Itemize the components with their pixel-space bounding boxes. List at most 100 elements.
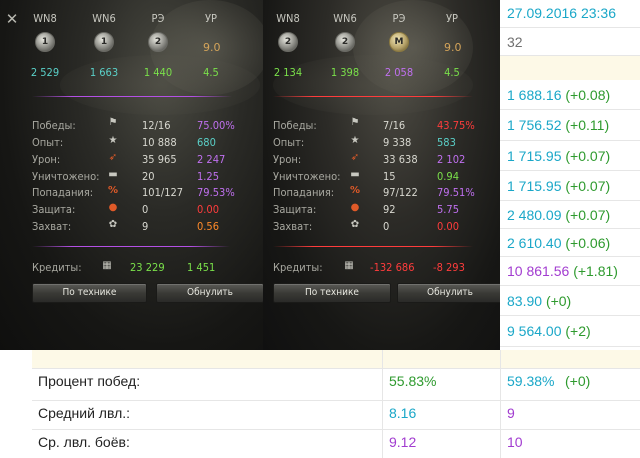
stat-extra-damage: 2 247: [197, 153, 226, 166]
rating-row: 2 610.40 (+0.06): [500, 229, 640, 257]
wn8-class-medal-icon: 2: [278, 32, 298, 52]
rating-row: 10 861.56 (+1.81): [500, 257, 640, 286]
stat-extra-destroyed: 0.94: [437, 170, 460, 183]
header-wn6: WN6: [333, 12, 357, 25]
star-icon: ★: [108, 135, 118, 146]
rating-delta: (+0.07): [565, 178, 611, 194]
summary-value-1: 55.83%: [389, 373, 437, 389]
rating-value: 1 688.16: [507, 87, 562, 103]
header-eff: РЭ: [151, 12, 165, 25]
header-eff: РЭ: [392, 12, 406, 25]
stat-value-damage: 35 965: [142, 153, 177, 166]
stat-value-hits: 101/127: [142, 186, 184, 199]
stat-extra-hits: 79.51%: [437, 186, 475, 199]
rating-row: 1 688.16 (+0.08): [500, 80, 640, 110]
capture-icon: ✿: [108, 219, 118, 230]
close-icon[interactable]: ✕: [5, 12, 19, 27]
eff-class-medal-icon: 2: [148, 32, 168, 52]
rating-delta: (+0.06): [565, 235, 611, 251]
stat-extra-damage: 2 102: [437, 153, 466, 166]
rating-value: 9 564.00: [507, 323, 562, 339]
tank-icon: ▬: [108, 169, 118, 180]
reset-button[interactable]: Обнулить: [397, 283, 500, 303]
rating-row: 83.90 (+0): [500, 286, 640, 316]
rating-delta: (+0.07): [565, 207, 611, 223]
summary-value-2: 10: [507, 434, 523, 450]
stat-value-wins: 7/16: [383, 119, 406, 132]
stat-label-damage: Урон:: [32, 153, 61, 166]
stat-label-defense: Защита:: [273, 203, 317, 216]
divider: [32, 96, 232, 97]
rating-value: 83.90: [507, 293, 543, 309]
stat-value-xp: 9 338: [383, 136, 412, 149]
rating-value: 2 610.40: [507, 235, 562, 251]
stat-value-wins: 12/16: [142, 119, 171, 132]
stat-value-defense: 92: [383, 203, 396, 216]
credits-label: Кредиты:: [273, 261, 323, 274]
rating-value: 1 715.95: [507, 178, 562, 194]
rating-delta: (+0.08): [565, 87, 611, 103]
battle-count: 32: [500, 28, 640, 56]
summary-row: Средний лвл.: 8.16 9: [32, 400, 640, 426]
stat-value-damage: 33 638: [383, 153, 418, 166]
stat-extra-xp: 583: [437, 136, 456, 149]
rating-value: 1 715.95: [507, 148, 562, 164]
credits-avg-value: 1 451: [187, 261, 216, 274]
stat-label-destroyed: Уничтожено:: [273, 170, 341, 183]
rating-value: 2 480.09: [507, 207, 562, 223]
game-stats-screenshot: ✕ WN8 WN6 РЭ УР 1 1 2 9.0 2 529 1 663 1 …: [0, 0, 500, 350]
stat-label-destroyed: Уничтожено:: [32, 170, 100, 183]
stat-label-xp: Опыт:: [273, 136, 305, 149]
stat-label-hits: Попадания:: [32, 186, 94, 199]
stat-extra-hits: 79.53%: [197, 186, 235, 199]
shell-icon: ➶: [350, 152, 360, 163]
header-wn8: WN8: [276, 12, 300, 25]
by-vehicle-button[interactable]: По технике: [32, 283, 147, 303]
star-icon: ★: [350, 135, 360, 146]
stat-extra-defense: 5.75: [437, 203, 460, 216]
stat-label-capture: Захват:: [32, 220, 72, 233]
summary-row: Ср. лвл. боёв: 9.12 10: [32, 429, 640, 458]
reset-button[interactable]: Обнулить: [156, 283, 263, 303]
stat-extra-capture: 0.56: [197, 220, 220, 233]
flag-icon: ⚑: [350, 117, 360, 128]
stat-extra-capture: 0.00: [437, 220, 460, 233]
stat-value-destroyed: 15: [383, 170, 396, 183]
eff-value: 2 058: [384, 66, 414, 79]
stat-value-capture: 9: [142, 220, 149, 233]
summary-label: Процент побед:: [38, 373, 141, 389]
header-level: УР: [446, 12, 458, 25]
rating-delta: (+2): [565, 323, 591, 339]
level-value: 4.5: [203, 66, 219, 79]
session-date: 27.09.2016 23:36: [500, 0, 640, 28]
wn8-value: 2 529: [30, 66, 60, 79]
wn8-value: 2 134: [273, 66, 303, 79]
rating-row: 1 715.95 (+0.07): [500, 171, 640, 201]
stat-extra-wins: 75.00%: [197, 119, 235, 132]
defense-icon: ●: [350, 202, 360, 213]
by-vehicle-button[interactable]: По технике: [273, 283, 391, 303]
wn6-class-medal-icon: 1: [94, 32, 114, 52]
background-tank-blur: [60, 55, 260, 115]
stat-label-defense: Защита:: [32, 203, 76, 216]
stat-label-xp: Опыт:: [32, 136, 64, 149]
level-value: 4.5: [444, 66, 460, 79]
credits-icon: ▦: [102, 260, 112, 271]
stat-value-hits: 97/122: [383, 186, 418, 199]
rating-row: 2 480.09 (+0.07): [500, 201, 640, 229]
tank-icon: ▬: [350, 169, 360, 180]
summary-value-2: 59.38%: [507, 373, 555, 389]
summary-label: Средний лвл.:: [38, 405, 131, 421]
rating-value: 1 756.52: [507, 117, 562, 133]
rating-delta: (+1.81): [573, 263, 618, 279]
credits-value: 23 229: [130, 261, 165, 274]
stat-extra-xp: 680: [197, 136, 216, 149]
session-panel-right: WN8 WN6 РЭ УР 2 2 M 9.0 2 134 1 398 2 05…: [263, 0, 500, 350]
avg-tier: 9.0: [203, 41, 221, 54]
stat-label-wins: Победы:: [32, 119, 76, 132]
rating-row: 9 564.00 (+2): [500, 316, 640, 347]
summary-value-1: 8.16: [389, 405, 417, 421]
credits-label: Кредиты:: [32, 261, 82, 274]
divider: [273, 246, 473, 247]
summary-label: Ср. лвл. боёв:: [38, 434, 130, 450]
